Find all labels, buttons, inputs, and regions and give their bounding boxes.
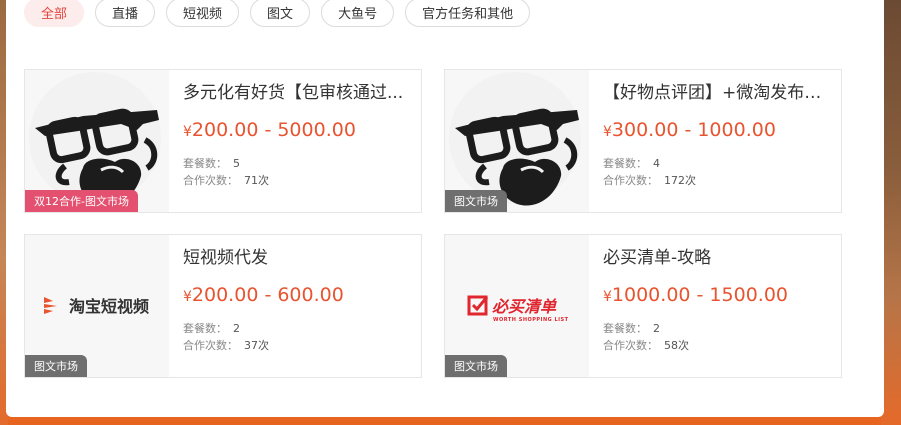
coop-count: 172次 — [664, 174, 696, 187]
filter-tab-official-other[interactable]: 官方任务和其他 — [405, 0, 531, 27]
background-edge-right — [881, 0, 901, 425]
coop-count-row: 合作次数： 58次 — [603, 337, 835, 354]
card-info: 必买清单-攻略 ¥1000.00 - 1500.00 套餐数： 2 合作次数： 58… — [603, 243, 835, 354]
package-label: 套餐数： — [603, 157, 647, 170]
currency-symbol: ¥ — [603, 289, 612, 305]
card-meta: 套餐数： 2 合作次数： 58次 — [603, 320, 835, 354]
card-info: 短视频代发 ¥200.00 - 600.00 套餐数： 2 合作次数： 37次 — [183, 243, 415, 354]
currency-symbol: ¥ — [603, 124, 612, 140]
package-label: 套餐数： — [183, 157, 227, 170]
coop-count: 37次 — [244, 339, 269, 352]
market-badge: 图文市场 — [25, 355, 87, 377]
logo-text: 淘宝短视频 — [69, 297, 150, 316]
package-count-row: 套餐数： 5 — [183, 155, 415, 172]
coop-count-row: 合作次数： 71次 — [183, 172, 415, 189]
package-count: 5 — [233, 157, 240, 170]
filter-tab-image-text[interactable]: 图文 — [250, 0, 311, 27]
card-info: 多元化有好货【包审核通过... ¥200.00 - 5000.00 套餐数： 5 … — [183, 78, 415, 189]
coop-label: 合作次数： — [183, 174, 238, 187]
filter-tab-all[interactable]: 全部 — [24, 0, 85, 27]
filter-tabs: 全部 直播 短视频 图文 大鱼号 官方任务和其他 — [24, 0, 531, 27]
package-count-row: 套餐数： 4 — [603, 155, 835, 172]
service-card[interactable]: 图文市场 【好物点评团】+微淘发布+2... ¥300.00 - 1000.00… — [444, 69, 842, 213]
logo-subtext: WORTH SHOPPING LIST — [493, 317, 569, 323]
price-value: 200.00 - 600.00 — [191, 284, 344, 306]
card-info: 【好物点评团】+微淘发布+2... ¥300.00 - 1000.00 套餐数：… — [603, 78, 835, 189]
card-meta: 套餐数： 2 合作次数： 37次 — [183, 320, 415, 354]
package-label: 套餐数： — [183, 322, 227, 335]
card-title[interactable]: 必买清单-攻略 — [603, 243, 835, 273]
package-count: 2 — [653, 322, 660, 335]
coop-count-row: 合作次数： 37次 — [183, 337, 415, 354]
coop-count-row: 合作次数： 172次 — [603, 172, 835, 189]
must-buy-list-logo: 必买清单 WORTH SHOPPING LIST — [467, 293, 569, 323]
market-badge: 双12合作-图文市场 — [25, 190, 138, 212]
price-value: 300.00 - 1000.00 — [611, 119, 776, 141]
coop-label: 合作次数： — [183, 339, 238, 352]
market-badge: 图文市场 — [445, 190, 507, 212]
service-card[interactable]: 双12合作-图文市场 多元化有好货【包审核通过... ¥200.00 - 500… — [24, 69, 422, 213]
filter-tab-dayu[interactable]: 大鱼号 — [321, 0, 395, 27]
taobao-short-video-logo: 淘宝短视频 — [43, 293, 149, 317]
logo-text: 必买清单 — [492, 297, 557, 316]
package-count: 4 — [653, 157, 660, 170]
checkbox-check-icon — [467, 295, 489, 316]
card-meta: 套餐数： 5 合作次数： 71次 — [183, 155, 415, 189]
price-range: ¥200.00 - 5000.00 — [183, 118, 415, 144]
coop-label: 合作次数： — [603, 339, 658, 352]
price-value: 1000.00 - 1500.00 — [611, 284, 788, 306]
package-count: 2 — [233, 322, 240, 335]
play-arrows-icon — [44, 297, 57, 314]
market-badge: 图文市场 — [445, 355, 507, 377]
card-title[interactable]: 多元化有好货【包审核通过... — [183, 78, 415, 108]
coop-count: 58次 — [664, 339, 689, 352]
currency-symbol: ¥ — [183, 289, 192, 305]
coop-label: 合作次数： — [603, 174, 658, 187]
filter-tab-live[interactable]: 直播 — [95, 0, 156, 27]
filter-tab-short-video[interactable]: 短视频 — [166, 0, 240, 27]
price-range: ¥1000.00 - 1500.00 — [603, 283, 835, 309]
price-range: ¥300.00 - 1000.00 — [603, 118, 835, 144]
card-title[interactable]: 短视频代发 — [183, 243, 415, 273]
service-card[interactable]: 必买清单 WORTH SHOPPING LIST 图文市场 必买清单-攻略 ¥1… — [444, 234, 842, 378]
card-meta: 套餐数： 4 合作次数： 172次 — [603, 155, 835, 189]
package-count-row: 套餐数： 2 — [603, 320, 835, 337]
price-range: ¥200.00 - 600.00 — [183, 283, 415, 309]
price-value: 200.00 - 5000.00 — [191, 119, 356, 141]
service-card[interactable]: 淘宝短视频 图文市场 短视频代发 ¥200.00 - 600.00 套餐数： 2 … — [24, 234, 422, 378]
coop-count: 71次 — [244, 174, 269, 187]
package-label: 套餐数： — [603, 322, 647, 335]
currency-symbol: ¥ — [183, 124, 192, 140]
package-count-row: 套餐数： 2 — [183, 320, 415, 337]
market-panel: 全部 直播 短视频 图文 大鱼号 官方任务和其他 双12合作-图文市场 多元化有… — [6, 0, 884, 417]
card-title[interactable]: 【好物点评团】+微淘发布+2... — [603, 78, 835, 108]
